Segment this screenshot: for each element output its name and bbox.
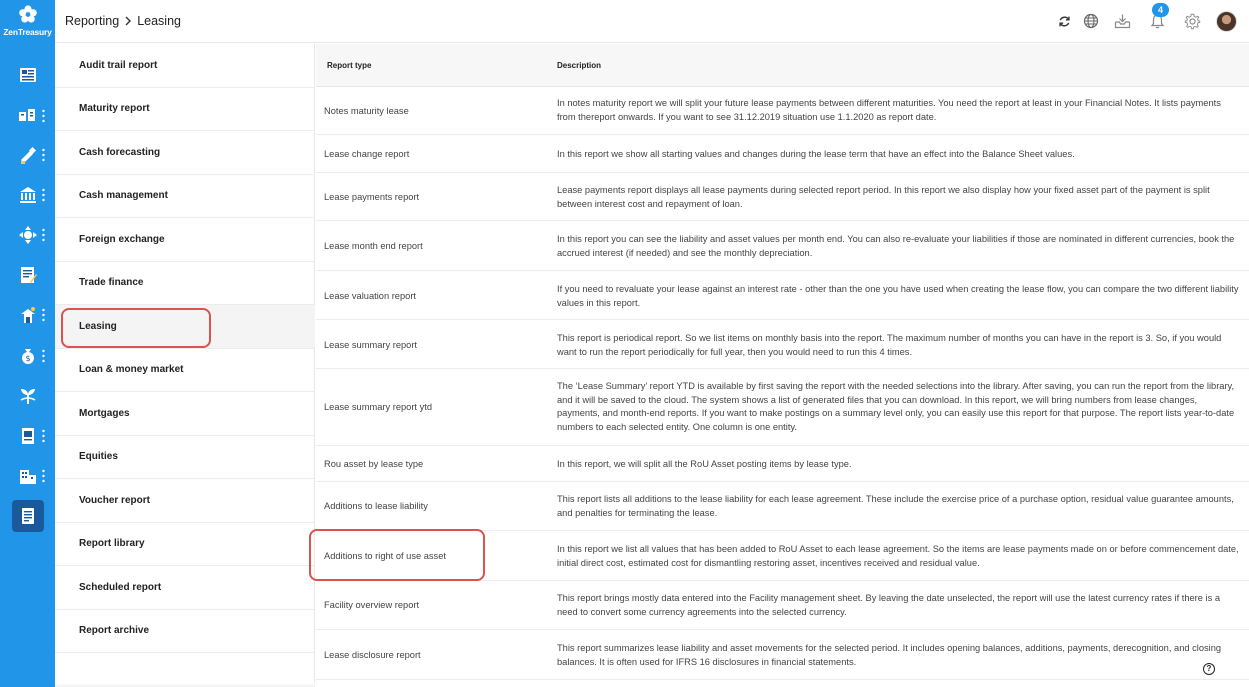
user-avatar[interactable] xyxy=(1216,11,1237,32)
report-category-nav: Audit trail report Maturity report Cash … xyxy=(55,44,315,687)
description-cell: This report is periodical report. So we … xyxy=(557,333,1222,357)
nav-item-trade-finance[interactable]: Trade finance xyxy=(55,262,315,305)
rail-bank-icon[interactable] xyxy=(0,177,55,213)
table-row[interactable]: Lease change report In this report we sh… xyxy=(316,135,1249,173)
report-type-cell[interactable]: Lease summary report xyxy=(324,340,417,350)
nav-item-loan-money-market[interactable]: Loan & money market xyxy=(55,349,315,392)
breadcrumb-leasing: Leasing xyxy=(137,14,181,28)
help-icon[interactable]: ? xyxy=(1203,663,1215,675)
table-row[interactable]: Facility overview report This report bri… xyxy=(316,581,1249,630)
breadcrumb: Reporting Leasing xyxy=(65,14,181,28)
table-row[interactable]: Lease month end report In this report yo… xyxy=(316,221,1249,271)
nav-item-report-archive[interactable]: Report archive xyxy=(55,610,315,653)
report-type-cell[interactable]: Lease month end report xyxy=(324,241,423,251)
report-type-cell[interactable]: Lease summary report ytd xyxy=(324,402,432,412)
svg-text:$: $ xyxy=(25,354,30,363)
column-header-description: Description xyxy=(557,61,602,70)
report-type-cell[interactable]: Lease disclosure report xyxy=(324,650,421,660)
rail-fx-icon[interactable] xyxy=(0,217,55,253)
more-vert-icon[interactable] xyxy=(42,429,45,443)
notification-badge: 4 xyxy=(1152,3,1169,17)
table-row[interactable]: Lease valuation report If you need to re… xyxy=(316,271,1249,320)
logo-icon xyxy=(18,5,37,23)
more-vert-icon[interactable] xyxy=(42,228,45,242)
refresh-icon[interactable] xyxy=(1055,12,1073,30)
more-vert-icon[interactable] xyxy=(42,308,45,322)
more-vert-icon[interactable] xyxy=(42,349,45,363)
description-cell: In this report we show all starting valu… xyxy=(557,149,1075,159)
description-cell: In this report, we will split all the Ro… xyxy=(557,459,852,469)
nav-item-report-library[interactable]: Report library xyxy=(55,523,315,566)
nav-item-mortgages[interactable]: Mortgages xyxy=(55,392,315,436)
nav-bottom-shadow xyxy=(55,683,315,687)
description-cell: In this report you can see the liability… xyxy=(557,234,1235,258)
nav-item-cash-management[interactable]: Cash management xyxy=(55,175,315,218)
report-type-cell[interactable]: Lease valuation report xyxy=(324,291,416,301)
rail-documents-icon[interactable] xyxy=(0,257,55,293)
report-type-cell[interactable]: Rou asset by lease type xyxy=(324,459,423,469)
rail-plant-icon[interactable] xyxy=(0,378,55,414)
app-rail: ZenTreasury $ xyxy=(0,0,55,687)
rail-accounts-icon[interactable] xyxy=(0,98,55,134)
column-header-report-type: Report type xyxy=(327,61,372,70)
rail-forecast-icon[interactable] xyxy=(0,137,55,173)
description-cell: The ‘Lease Summary’ report YTD is availa… xyxy=(557,381,1235,432)
report-type-cell[interactable]: Additions to right of use asset xyxy=(324,551,446,561)
zentreasury-logo[interactable]: ZenTreasury xyxy=(0,4,55,37)
report-type-cell[interactable]: Additions to lease liability xyxy=(324,501,428,511)
table-header: Report type Description xyxy=(316,44,1249,87)
table-row[interactable]: Additions to right of use asset In this … xyxy=(316,531,1249,581)
report-table: Report type Description Notes maturity l… xyxy=(316,44,1249,687)
table-row[interactable]: Lease summary report This report is peri… xyxy=(316,320,1249,369)
report-type-cell[interactable]: Lease payments report xyxy=(324,192,419,202)
description-cell: In notes maturity report we will split y… xyxy=(557,98,1221,122)
breadcrumb-reporting[interactable]: Reporting xyxy=(65,14,119,28)
table-row[interactable]: Lease payments report Lease payments rep… xyxy=(316,173,1249,221)
more-vert-icon[interactable] xyxy=(42,109,45,123)
nav-item-cash-forecasting[interactable]: Cash forecasting xyxy=(55,131,315,175)
table-row[interactable]: Additions to lease liability This report… xyxy=(316,482,1249,531)
globe-icon[interactable] xyxy=(1082,12,1100,30)
gear-icon[interactable] xyxy=(1183,12,1201,30)
description-cell: In this report we list all values that h… xyxy=(557,544,1239,568)
more-vert-icon[interactable] xyxy=(42,469,45,483)
report-type-cell[interactable]: Lease change report xyxy=(324,149,409,159)
nav-item-maturity-report[interactable]: Maturity report xyxy=(55,88,315,131)
report-type-cell[interactable]: Notes maturity lease xyxy=(324,106,409,116)
description-cell: This report brings mostly data entered i… xyxy=(557,593,1221,617)
rail-report-icon[interactable] xyxy=(0,498,55,534)
description-cell: This report lists all additions to the l… xyxy=(557,494,1234,518)
rail-building-icon[interactable] xyxy=(0,458,55,494)
rail-dashboard-icon[interactable] xyxy=(0,57,55,93)
description-cell: If you need to revaluate your lease agai… xyxy=(557,284,1239,308)
description-cell: Lease payments report displays all lease… xyxy=(557,185,1210,209)
nav-item-foreign-exchange[interactable]: Foreign exchange xyxy=(55,218,315,262)
nav-item-audit-trail-report[interactable]: Audit trail report xyxy=(55,44,315,88)
rail-money-bag-icon[interactable]: $ xyxy=(0,338,55,374)
chevron-right-icon xyxy=(125,16,132,26)
table-row[interactable]: Lease summary report ytd The ‘Lease Summ… xyxy=(316,369,1249,446)
nav-item-equities[interactable]: Equities xyxy=(55,436,315,479)
more-vert-icon[interactable] xyxy=(42,148,45,162)
nav-item-leasing[interactable]: Leasing xyxy=(55,305,315,349)
report-type-cell[interactable]: Facility overview report xyxy=(324,600,419,610)
table-row[interactable]: Notes maturity lease In notes maturity r… xyxy=(316,88,1249,135)
nav-item-scheduled-report[interactable]: Scheduled report xyxy=(55,566,315,610)
more-vert-icon[interactable] xyxy=(42,188,45,202)
nav-item-voucher-report[interactable]: Voucher report xyxy=(55,479,315,523)
download-tray-icon[interactable] xyxy=(1113,12,1131,30)
table-row[interactable]: Lease disclosure report This report summ… xyxy=(316,630,1249,680)
rail-trade-icon[interactable] xyxy=(0,297,55,333)
logo-text: ZenTreasury xyxy=(3,27,52,37)
table-row[interactable]: Rou asset by lease type In this report, … xyxy=(316,446,1249,482)
description-cell: This report summarizes lease liability a… xyxy=(557,643,1222,667)
rail-ledger-icon[interactable] xyxy=(0,418,55,454)
